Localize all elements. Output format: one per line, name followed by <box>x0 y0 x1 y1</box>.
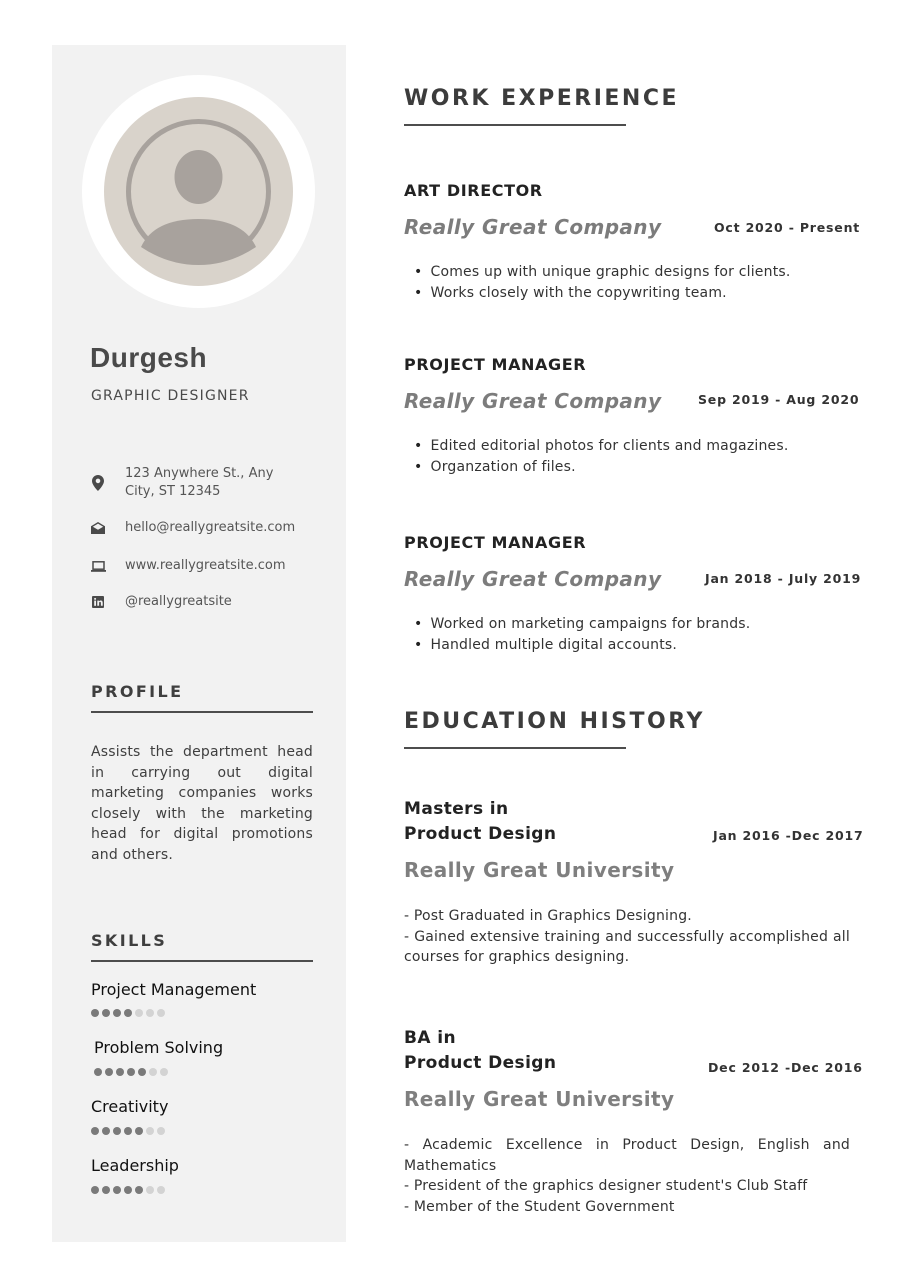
profile-heading: PROFILE <box>91 682 184 701</box>
degree-line-1: BA in <box>404 1028 456 1048</box>
rating-dot-filled <box>94 1068 102 1076</box>
person-role: GRAPHIC DESIGNER <box>91 388 250 404</box>
job-bullets: Worked on marketing campaigns for brands… <box>414 614 750 656</box>
contact-address: 123 Anywhere St., Any City, ST 12345 <box>90 465 330 501</box>
education-details: - Academic Excellence in Product Design,… <box>404 1135 850 1217</box>
rating-dot-filled <box>102 1127 110 1135</box>
job-title: PROJECT MANAGER <box>404 355 587 374</box>
address-text: 123 Anywhere St., Any City, ST 12345 <box>125 466 274 499</box>
linkedin-icon <box>90 594 106 610</box>
rating-dot-filled <box>124 1186 132 1194</box>
rating-dot-empty <box>146 1127 154 1135</box>
rating-dot-empty <box>135 1009 143 1017</box>
list-item: Handled multiple digital accounts. <box>414 635 750 656</box>
rating-dot-filled <box>138 1068 146 1076</box>
company-name: Really Great Company <box>404 389 662 413</box>
education-dates: Jan 2016 -Dec 2017 <box>713 828 864 843</box>
skill-rating <box>91 1127 165 1135</box>
list-item: Worked on marketing campaigns for brands… <box>414 614 750 635</box>
user-avatar-icon <box>126 119 271 265</box>
work-divider <box>404 124 626 126</box>
rating-dot-filled <box>91 1127 99 1135</box>
rating-dot-filled <box>124 1009 132 1017</box>
job-dates: Sep 2019 - Aug 2020 <box>698 392 860 407</box>
rating-dot-empty <box>146 1009 154 1017</box>
list-item: Edited editorial photos for clients and … <box>414 436 789 457</box>
skill-name: Creativity <box>91 1097 169 1116</box>
education-line: - Post Graduated in Graphics Designing. <box>404 908 692 924</box>
rating-dot-filled <box>102 1186 110 1194</box>
location-pin-icon <box>90 475 106 491</box>
skills-heading: SKILLS <box>91 931 168 950</box>
school-name: Really Great University <box>404 1087 675 1111</box>
skill-name: Leadership <box>91 1156 179 1175</box>
rating-dot-filled <box>91 1009 99 1017</box>
skill-name: Problem Solving <box>94 1038 224 1057</box>
rating-dot-empty <box>160 1068 168 1076</box>
rating-dot-empty <box>157 1009 165 1017</box>
email-link[interactable]: hello@reallygreatsite.com <box>125 519 300 537</box>
rating-dot-filled <box>116 1068 124 1076</box>
education-dates: Dec 2012 -Dec 2016 <box>708 1060 863 1075</box>
rating-dot-filled <box>91 1186 99 1194</box>
job-title: ART DIRECTOR <box>404 181 543 200</box>
person-name: Durgesh <box>90 342 208 373</box>
education-line: - Academic Excellence in Product Design,… <box>404 1137 850 1174</box>
education-line: - Member of the Student Government <box>404 1198 675 1215</box>
rating-dot-filled <box>113 1127 121 1135</box>
website-link[interactable]: www.reallygreatsite.com <box>125 557 300 575</box>
contact-social[interactable]: @reallygreatsite <box>90 593 330 611</box>
envelope-icon <box>90 520 106 536</box>
skill-rating <box>91 1009 165 1017</box>
social-handle[interactable]: @reallygreatsite <box>125 593 300 611</box>
contact-website[interactable]: www.reallygreatsite.com <box>90 557 330 575</box>
school-name: Really Great University <box>404 858 675 882</box>
profile-text: Assists the department head in carrying … <box>91 744 313 863</box>
skill-rating <box>91 1186 165 1194</box>
company-name: Really Great Company <box>404 215 662 239</box>
job-dates: Jan 2018 - July 2019 <box>705 571 862 586</box>
company-name: Really Great Company <box>404 567 662 591</box>
list-item: Comes up with unique graphic designs for… <box>414 262 791 283</box>
rating-dot-empty <box>146 1186 154 1194</box>
laptop-icon <box>90 558 106 574</box>
degree-line-1: Masters in <box>404 799 509 819</box>
rating-dot-empty <box>149 1068 157 1076</box>
skills-divider <box>91 960 313 962</box>
work-heading: WORK EXPERIENCE <box>404 86 679 111</box>
education-heading: EDUCATION HISTORY <box>404 709 705 734</box>
sidebar: Durgesh GRAPHIC DESIGNER 123 Anywhere St… <box>52 45 346 1242</box>
list-item: Organzation of files. <box>414 457 789 478</box>
education-line: - Gained extensive training and successf… <box>404 928 850 966</box>
rating-dot-filled <box>124 1127 132 1135</box>
skill-rating <box>94 1068 168 1076</box>
rating-dot-filled <box>113 1186 121 1194</box>
list-item: Works closely with the copywriting team. <box>414 283 791 304</box>
job-dates: Oct 2020 - Present <box>714 220 861 235</box>
rating-dot-filled <box>127 1068 135 1076</box>
job-bullets: Comes up with unique graphic designs for… <box>414 262 791 304</box>
rating-dot-empty <box>157 1127 165 1135</box>
job-title: PROJECT MANAGER <box>404 533 587 552</box>
contact-email[interactable]: hello@reallygreatsite.com <box>90 519 330 537</box>
skill-name: Project Management <box>91 980 257 999</box>
education-line: - President of the graphics designer stu… <box>404 1178 808 1194</box>
rating-dot-filled <box>105 1068 113 1076</box>
profile-divider <box>91 711 313 713</box>
education-divider <box>404 747 626 749</box>
rating-dot-filled <box>113 1009 121 1017</box>
rating-dot-empty <box>157 1186 165 1194</box>
rating-dot-filled <box>135 1127 143 1135</box>
education-details: - Post Graduated in Graphics Designing. … <box>404 906 850 968</box>
job-bullets: Edited editorial photos for clients and … <box>414 436 789 478</box>
degree-line-2: Product Design <box>404 824 557 844</box>
rating-dot-filled <box>102 1009 110 1017</box>
rating-dot-filled <box>135 1186 143 1194</box>
avatar <box>82 75 315 308</box>
degree-line-2: Product Design <box>404 1053 557 1073</box>
